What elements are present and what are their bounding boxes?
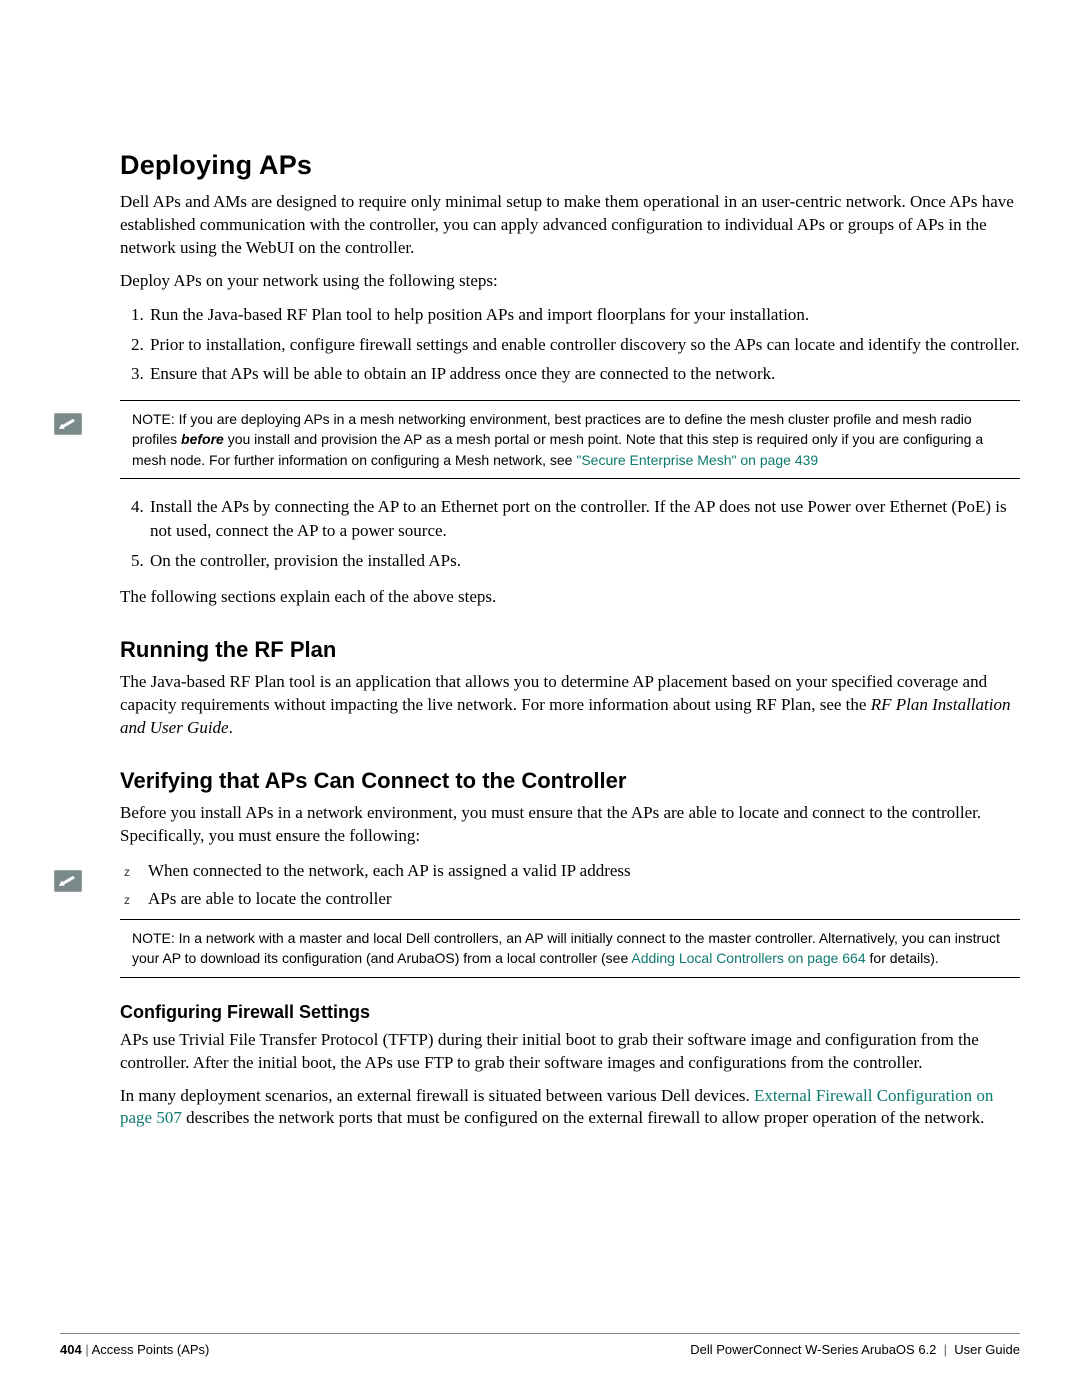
- list-item: On the controller, provision the install…: [148, 549, 1020, 573]
- rf-paragraph: The Java-based RF Plan tool is an applic…: [120, 671, 1020, 740]
- pencil-icon: [54, 870, 82, 892]
- note-link[interactable]: Adding Local Controllers on page 664: [631, 950, 865, 966]
- text: In many deployment scenarios, an externa…: [120, 1086, 754, 1105]
- note-emphasis: before: [181, 431, 224, 447]
- intro-paragraph: Dell APs and AMs are designed to require…: [120, 191, 1020, 260]
- subsection-heading: Verifying that APs Can Connect to the Co…: [120, 768, 1020, 794]
- steps-list-b: Install the APs by connecting the AP to …: [120, 495, 1020, 572]
- pencil-icon: [54, 413, 82, 435]
- text: .: [229, 718, 233, 737]
- footer-right: Dell PowerConnect W-Series ArubaOS 6.2 |…: [690, 1342, 1020, 1357]
- fw-paragraph: APs use Trivial File Transfer Protocol (…: [120, 1029, 1020, 1075]
- bullet-list: When connected to the network, each AP i…: [120, 858, 1020, 911]
- list-item: Install the APs by connecting the AP to …: [148, 495, 1020, 543]
- subsubsection-heading: Configuring Firewall Settings: [120, 1002, 1020, 1023]
- note-text: for details).: [866, 950, 939, 966]
- steps-list-a: Run the Java-based RF Plan tool to help …: [120, 303, 1020, 386]
- page-number: 404: [60, 1342, 82, 1357]
- chapter-label: Access Points (APs): [92, 1342, 210, 1357]
- list-item: When connected to the network, each AP i…: [148, 858, 1020, 884]
- tail-paragraph: The following sections explain each of t…: [120, 586, 1020, 609]
- separator: |: [940, 1342, 954, 1357]
- list-item: Run the Java-based RF Plan tool to help …: [148, 303, 1020, 327]
- page: Deploying APs Dell APs and AMs are desig…: [0, 0, 1080, 1397]
- product-label: Dell PowerConnect W-Series ArubaOS 6.2: [690, 1342, 936, 1357]
- note-text: you install and provision the AP as a me…: [132, 431, 983, 467]
- note-icon: [54, 413, 88, 435]
- note-box: NOTE: In a network with a master and loc…: [120, 919, 1020, 978]
- list-item: Ensure that APs will be able to obtain a…: [148, 362, 1020, 386]
- text: describes the network ports that must be…: [182, 1108, 985, 1127]
- subsection-heading: Running the RF Plan: [120, 637, 1020, 663]
- note-link[interactable]: "Secure Enterprise Mesh" on page 439: [576, 452, 818, 468]
- list-item: APs are able to locate the controller: [148, 886, 1020, 912]
- verify-paragraph: Before you install APs in a network envi…: [120, 802, 1020, 848]
- text: The Java-based RF Plan tool is an applic…: [120, 672, 987, 714]
- section-heading: Deploying APs: [120, 150, 1020, 181]
- note-icon: [54, 870, 88, 892]
- doc-type-label: User Guide: [954, 1342, 1020, 1357]
- footer-left: 404 | Access Points (APs): [60, 1342, 209, 1357]
- lead-paragraph: Deploy APs on your network using the fol…: [120, 270, 1020, 293]
- fw-paragraph: In many deployment scenarios, an externa…: [120, 1085, 1020, 1131]
- list-item: Prior to installation, configure firewal…: [148, 333, 1020, 357]
- note-box: NOTE: If you are deploying APs in a mesh…: [120, 400, 1020, 479]
- page-footer: 404 | Access Points (APs) Dell PowerConn…: [60, 1333, 1020, 1357]
